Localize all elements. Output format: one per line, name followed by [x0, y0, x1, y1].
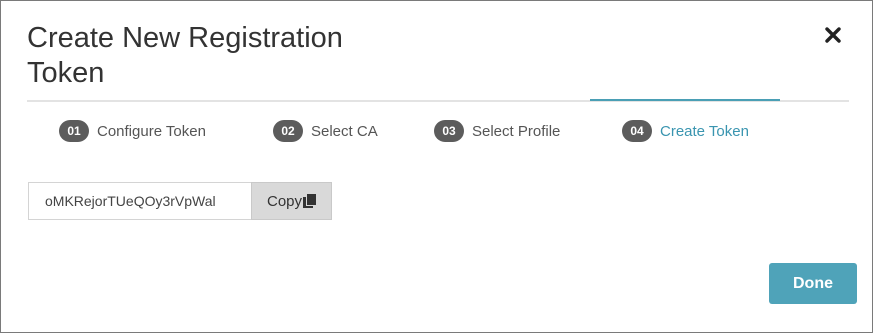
step-select-profile[interactable]: 03 Select Profile: [434, 119, 560, 143]
create-token-dialog: Create New Registration Token 01 Configu…: [0, 0, 873, 333]
step-label: Configure Token: [97, 122, 206, 140]
done-button[interactable]: Done: [769, 263, 857, 304]
step-number-badge: 03: [434, 120, 464, 142]
step-create-token[interactable]: 04 Create Token: [622, 119, 749, 143]
close-icon: [825, 27, 841, 43]
step-label: Select Profile: [472, 122, 561, 140]
copy-icon: [303, 194, 317, 208]
token-value-field[interactable]: [28, 182, 251, 220]
close-button[interactable]: [819, 21, 847, 49]
copy-button[interactable]: Copy: [251, 182, 332, 220]
step-label: Select CA: [311, 122, 378, 140]
step-number-badge: 02: [273, 120, 303, 142]
step-configure-token[interactable]: 01 Configure Token: [59, 119, 206, 143]
copy-button-label: Copy: [266, 192, 303, 210]
dialog-title: Create New Registration Token: [27, 22, 343, 89]
active-step-indicator: [590, 99, 780, 101]
step-number-badge: 04: [622, 120, 652, 142]
step-label: Create Token: [660, 122, 749, 140]
step-number-badge: 01: [59, 120, 89, 142]
step-select-ca[interactable]: 02 Select CA: [273, 119, 378, 143]
